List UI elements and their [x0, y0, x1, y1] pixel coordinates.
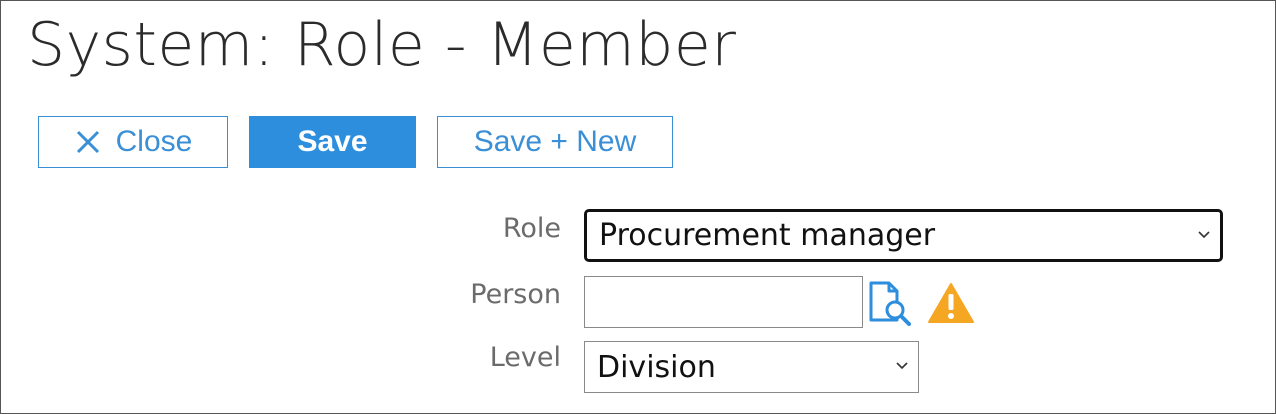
save-and-new-button[interactable]: Save + New	[437, 116, 673, 168]
level-select-value: Division	[597, 349, 716, 385]
page-title: System: Role - Member	[27, 10, 737, 80]
warning-triangle-icon	[927, 282, 975, 324]
person-input[interactable]	[584, 276, 863, 328]
chevron-down-icon	[1198, 230, 1210, 238]
save-button[interactable]: Save	[249, 116, 416, 168]
close-button[interactable]: Close	[38, 116, 228, 168]
dialog-frame: System: Role - Member Close Save Save + …	[0, 0, 1276, 414]
role-select-value: Procurement manager	[599, 218, 936, 253]
close-icon	[74, 128, 102, 156]
save-button-label: Save	[297, 125, 368, 158]
close-button-label: Close	[115, 125, 193, 158]
level-select[interactable]: Division	[584, 341, 919, 393]
role-select[interactable]: Procurement manager	[584, 209, 1223, 262]
save-and-new-button-label: Save + New	[473, 125, 637, 158]
role-label: Role	[502, 213, 561, 244]
level-label: Level	[489, 342, 561, 373]
document-search-icon[interactable]	[865, 280, 913, 326]
person-label: Person	[470, 279, 561, 310]
chevron-down-icon	[896, 362, 908, 370]
